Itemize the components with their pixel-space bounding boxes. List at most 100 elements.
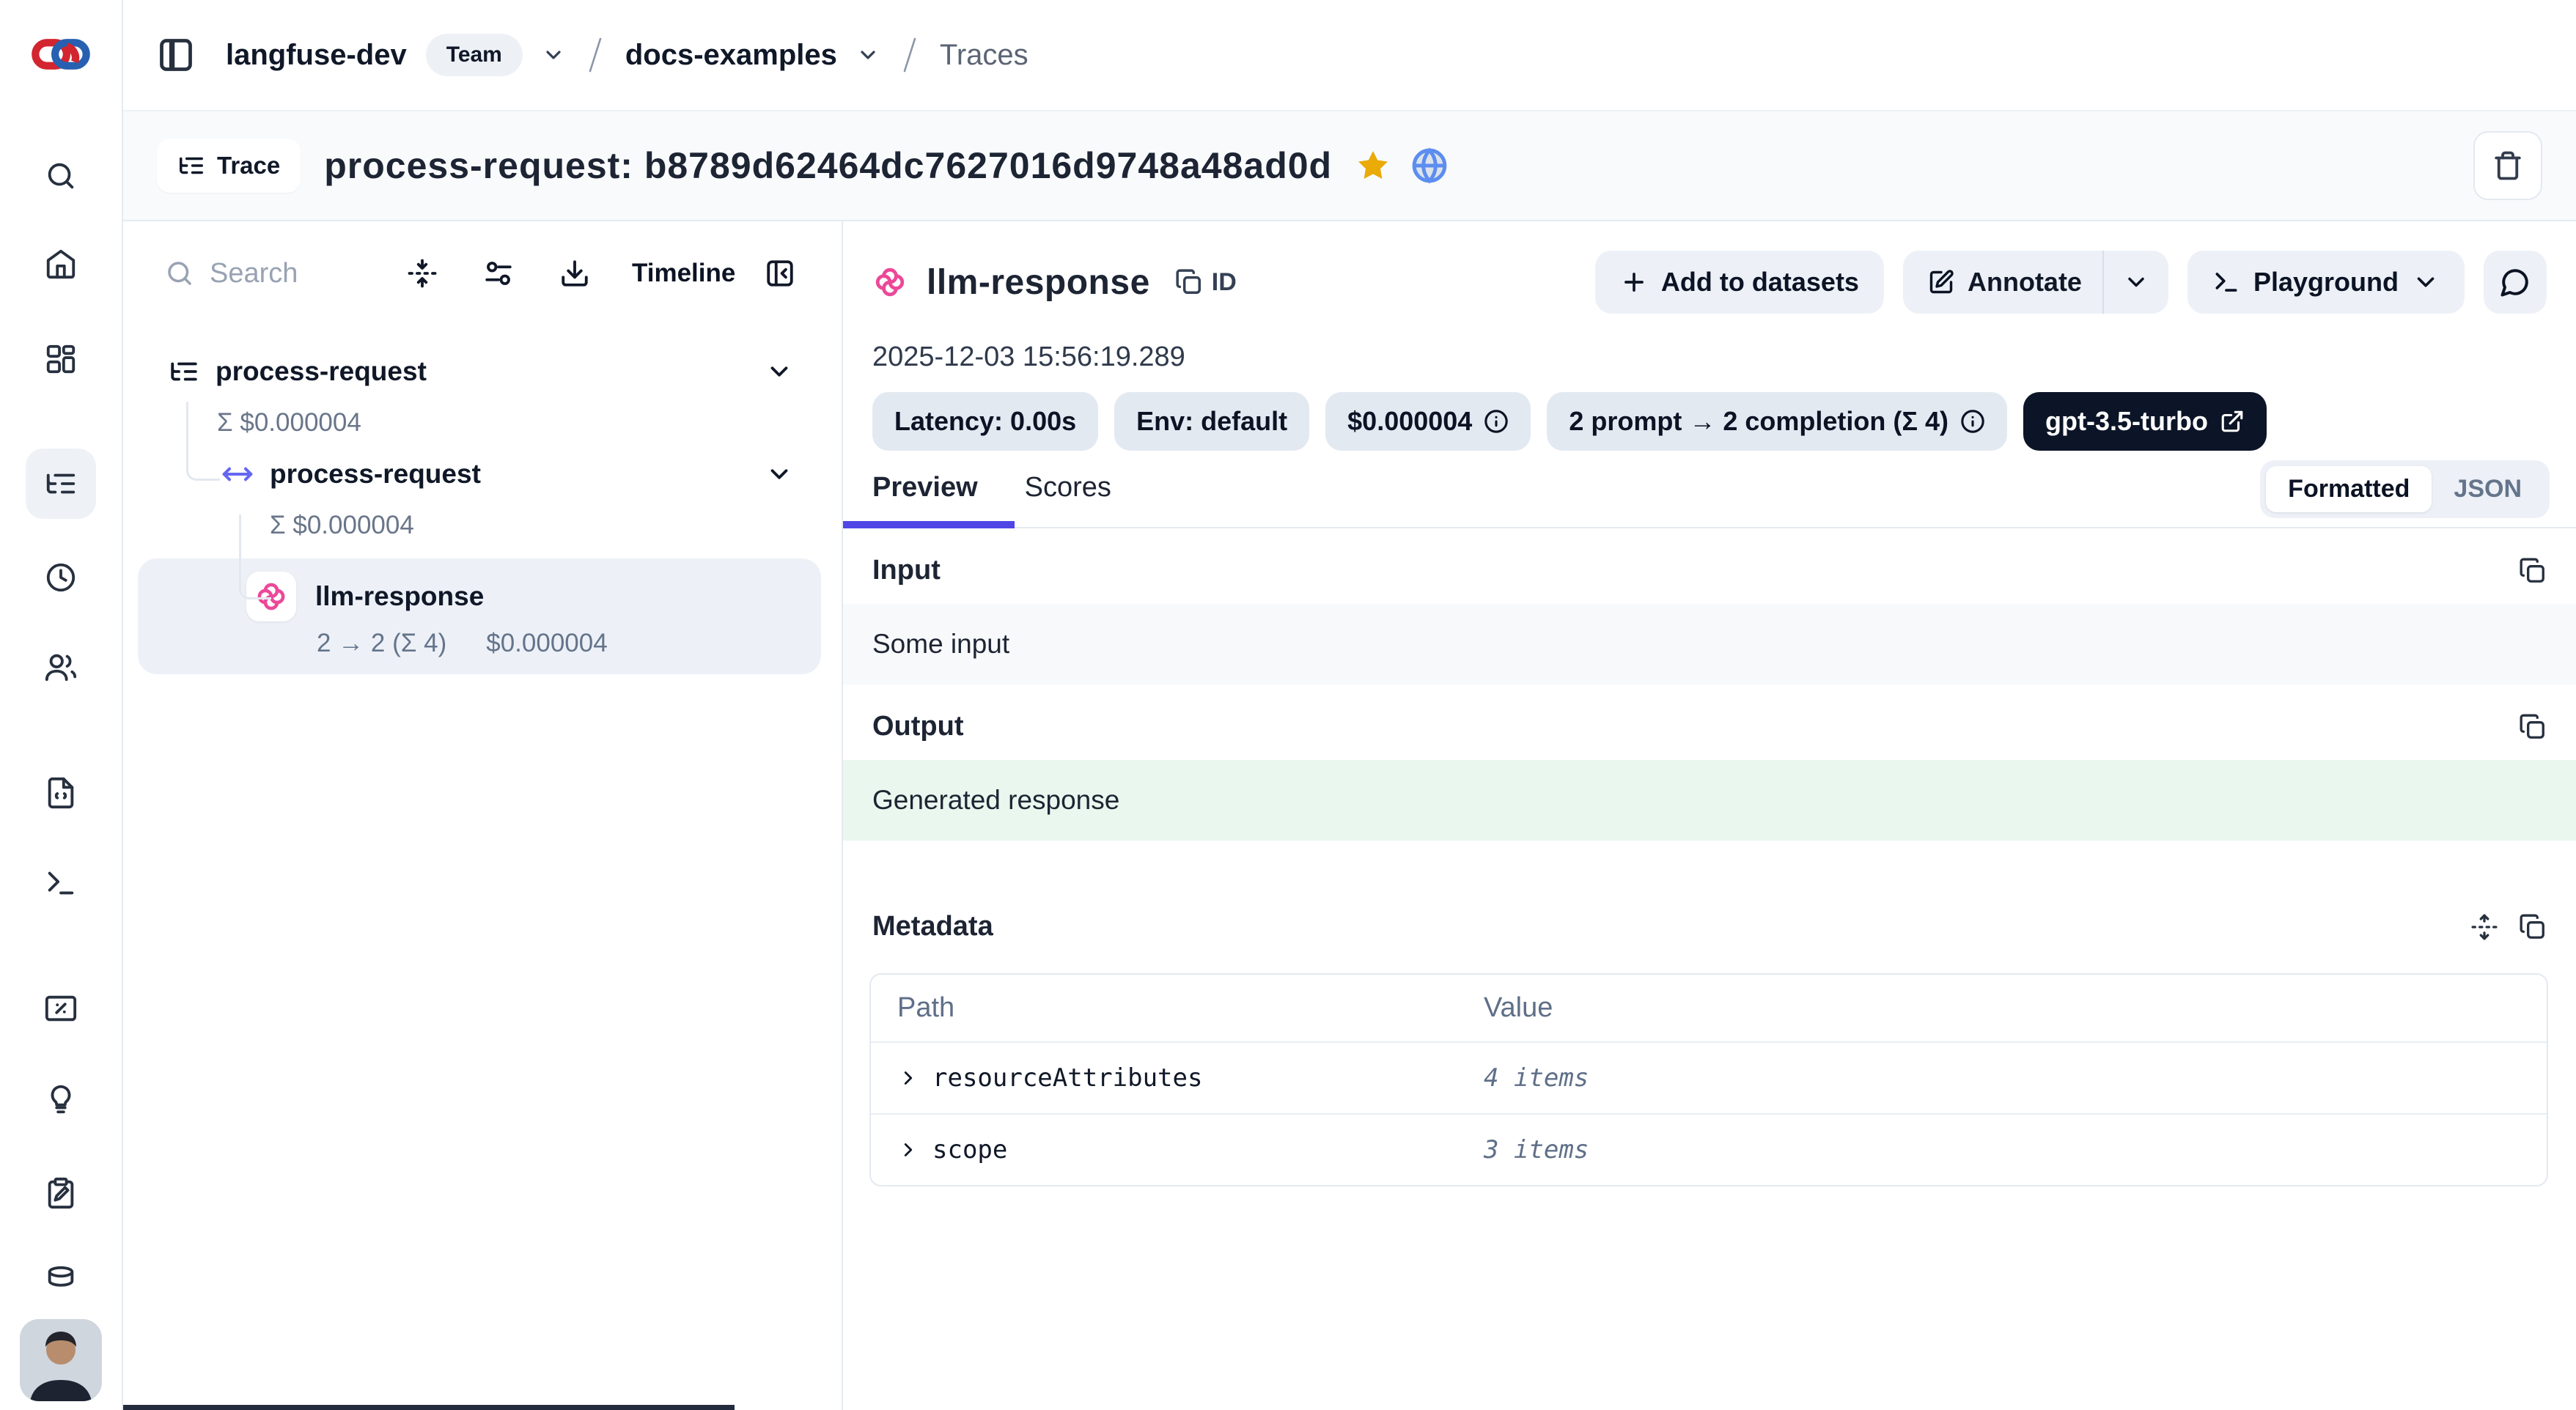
annotate-button[interactable]: Annotate [1903, 251, 2102, 314]
sidebar-toggle-icon[interactable] [157, 36, 195, 74]
info-icon[interactable] [1484, 409, 1509, 434]
trace-type-chip: Trace [157, 139, 301, 193]
node-label: process-request [270, 459, 481, 490]
download-icon [559, 258, 590, 289]
rail-datasets-icon[interactable] [26, 1246, 96, 1316]
annotate-dropdown-chevron-down-icon[interactable] [2102, 251, 2168, 314]
column-header-value: Value [1484, 992, 2520, 1024]
preview-content: Input Some input Output Generated respon… [843, 528, 2576, 1410]
playground-button[interactable]: Playground [2187, 251, 2465, 314]
metadata-section-label: Metadata [872, 911, 993, 942]
copy-id-button[interactable]: ID [1175, 268, 1237, 297]
public-globe-icon[interactable] [1411, 147, 1448, 184]
node-token-usage: 2 → 2 (Σ 4) [317, 629, 446, 658]
timeline-toggle[interactable]: Timeline [613, 259, 754, 288]
info-icon[interactable] [1960, 409, 1985, 434]
rail-annotation-icon[interactable] [26, 1158, 96, 1228]
table-row[interactable]: resourceAttributes 4 items [871, 1043, 2547, 1115]
chevron-right-icon[interactable] [897, 1067, 919, 1089]
view-json-option[interactable]: JSON [2432, 466, 2544, 512]
main-column: langfuse-dev Team docs-examples Traces T… [123, 0, 2576, 1410]
org-name[interactable]: langfuse-dev [226, 39, 407, 72]
unfold-vertical-icon[interactable] [2470, 913, 2498, 941]
table-row[interactable]: scope 3 items [871, 1115, 2547, 1185]
trace-tree-panel: Search Timeline [123, 221, 843, 1410]
observation-detail-panel: llm-response ID Add to datasets [843, 221, 2576, 1410]
metadata-table: Path Value resourceAttributes 4 items [869, 973, 2548, 1186]
node-collapse-chevron-down-icon[interactable] [765, 460, 793, 488]
node-cost: Σ $0.000004 [123, 400, 842, 446]
metadata-value: 4 items [1484, 1063, 2520, 1093]
chevron-right-icon[interactable] [897, 1139, 919, 1161]
tree-node-process-request-span[interactable]: process-request [123, 446, 842, 503]
metadata-key: resourceAttributes [932, 1063, 1202, 1093]
add-to-datasets-button[interactable]: Add to datasets [1595, 251, 1884, 314]
list-tree-icon [177, 152, 205, 180]
node-collapse-chevron-down-icon[interactable] [765, 358, 793, 385]
observation-title: llm-response [927, 262, 1150, 303]
generation-pinwheel-icon [872, 265, 908, 300]
collapse-all-button[interactable] [384, 258, 460, 289]
tree-toolbar: Search Timeline [123, 221, 842, 325]
delete-trace-button[interactable] [2473, 131, 2542, 200]
chevron-down-icon [2412, 268, 2440, 296]
rail-evaluation-icon[interactable] [26, 973, 96, 1044]
rail-playground-icon[interactable] [26, 848, 96, 918]
download-button[interactable] [537, 258, 613, 289]
span-tree: process-request Σ $0.000004 process-requ… [123, 325, 842, 674]
org-plan-badge: Team [426, 34, 523, 76]
tree-node-process-request-root[interactable]: process-request [123, 343, 842, 400]
org-switcher-chevron-down-icon[interactable] [542, 43, 565, 67]
rail-users-icon[interactable] [26, 632, 96, 702]
input-section-label: Input [872, 555, 941, 586]
tab-scores[interactable]: Scores [1025, 472, 1111, 527]
trash-icon [2492, 150, 2523, 181]
comments-button[interactable] [2484, 251, 2547, 314]
tab-preview[interactable]: Preview [872, 472, 978, 527]
fold-vertical-icon [407, 258, 438, 289]
rail-search-icon[interactable] [26, 141, 96, 211]
search-icon [164, 258, 195, 289]
copy-icon[interactable] [2519, 713, 2547, 741]
bookmark-star-icon[interactable] [1355, 148, 1391, 183]
project-name[interactable]: docs-examples [625, 39, 837, 72]
breadcrumb-slash [899, 34, 921, 75]
breadcrumb-traces-link[interactable]: Traces [940, 39, 1028, 72]
user-avatar[interactable] [20, 1319, 102, 1401]
langfuse-logo-icon[interactable] [31, 31, 91, 78]
output-content: Generated response [843, 760, 2576, 841]
tree-search-input[interactable]: Search [164, 258, 384, 289]
copy-icon[interactable] [2519, 913, 2547, 941]
active-tab-indicator [843, 521, 1015, 528]
trace-header-bar: Trace process-request: b8789d62464dc7627… [123, 110, 2576, 221]
detail-tabs: Preview Scores Formatted JSON [843, 464, 2576, 528]
rail-sessions-icon[interactable] [26, 542, 96, 613]
collapse-panel-button[interactable] [754, 258, 806, 289]
latency-badge: Latency: 0.00s [872, 392, 1098, 451]
external-link-icon [2220, 409, 2245, 434]
model-badge[interactable]: gpt-3.5-turbo [2023, 392, 2267, 451]
sliders-icon [483, 258, 514, 289]
rail-dashboards-icon[interactable] [26, 324, 96, 394]
view-formatted-option[interactable]: Formatted [2266, 466, 2432, 512]
move-horizontal-icon [221, 458, 254, 490]
icon-rail [0, 0, 123, 1410]
copy-icon[interactable] [2519, 557, 2547, 585]
id-label: ID [1212, 268, 1237, 297]
view-mode-toggle: Formatted JSON [2260, 460, 2550, 518]
rail-traces-icon[interactable] [26, 449, 96, 519]
output-section-label: Output [872, 711, 964, 742]
tree-settings-button[interactable] [460, 258, 537, 289]
cost-badge: $0.000004 [1325, 392, 1531, 451]
rail-insights-icon[interactable] [26, 1064, 96, 1134]
node-label: process-request [216, 356, 427, 387]
rail-home-icon[interactable] [26, 229, 96, 299]
rail-prompts-icon[interactable] [26, 758, 96, 828]
horizontal-scrollbar[interactable] [123, 1405, 735, 1410]
metadata-key: scope [932, 1135, 1007, 1164]
project-switcher-chevron-down-icon[interactable] [856, 43, 880, 67]
metadata-value: 3 items [1484, 1135, 2520, 1164]
terminal-icon [2212, 268, 2240, 296]
node-cost: $0.000004 [486, 629, 607, 658]
app-root: langfuse-dev Team docs-examples Traces T… [0, 0, 2576, 1410]
